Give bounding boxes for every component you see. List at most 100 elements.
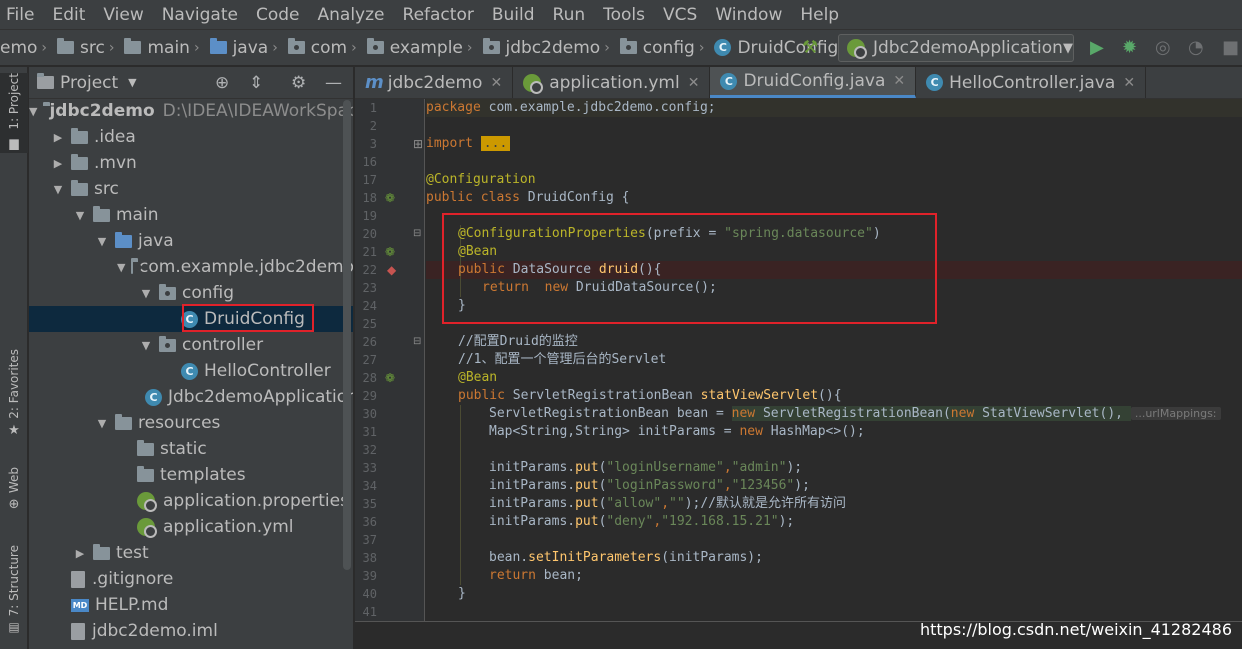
code-text: )	[872, 226, 881, 241]
fold-icon[interactable]: ⊟	[413, 333, 421, 351]
tree-item-static[interactable]: static	[29, 436, 353, 462]
tree-item-application-yml[interactable]: application.yml	[29, 514, 353, 540]
tree-item-druidconfig[interactable]: C DruidConfig	[29, 306, 353, 332]
run-icon[interactable]: ▶	[1090, 38, 1104, 58]
breadcrumb-druidconfig[interactable]: C DruidConfig	[714, 38, 838, 58]
chevron-right-icon: ›	[466, 39, 473, 56]
debug-icon[interactable]: ✹	[1122, 38, 1137, 58]
breakpoint-icon[interactable]: ◆	[387, 261, 396, 279]
tree-item-gitignore[interactable]: .gitignore	[29, 566, 353, 592]
tab-label: jdbc2demo	[387, 72, 483, 93]
method-name: druid	[598, 262, 639, 277]
tree-item-src[interactable]: ▼ src	[29, 176, 353, 202]
tree-item-application-properties[interactable]: application.properties	[29, 488, 353, 514]
fold-icon[interactable]: ⊞	[413, 135, 423, 153]
menu-window[interactable]: Window	[715, 0, 782, 30]
package-icon	[159, 283, 176, 300]
code-text: );	[794, 478, 810, 493]
breadcrumb-main[interactable]: main ›	[124, 38, 205, 58]
tree-item-templates[interactable]: templates	[29, 462, 353, 488]
menu-navigate[interactable]: Navigate	[162, 0, 238, 30]
menu-refactor[interactable]: Refactor	[403, 0, 474, 30]
breadcrumb-java[interactable]: java ›	[209, 38, 284, 58]
hammer-icon[interactable]: ⚒	[802, 38, 818, 58]
tool-tab-favorites[interactable]: 2: Favorites ★	[0, 349, 28, 449]
menu-vcs[interactable]: VCS	[663, 0, 697, 30]
code-text: DruidDataSource();	[568, 280, 717, 295]
tab-druidconfig[interactable]: C DruidConfig.java ✕	[710, 67, 917, 98]
tool-tab-project[interactable]: 1: Project ▆	[0, 73, 28, 153]
tree-item-package[interactable]: ▼ com.example.jdbc2demo	[29, 254, 353, 280]
tree-item-help-md[interactable]: MD HELP.md	[29, 592, 353, 618]
collapse-all-icon[interactable]: ⇕	[249, 73, 263, 93]
run-configuration-select[interactable]: Jdbc2demoApplication ▼	[838, 34, 1074, 62]
close-icon[interactable]: ✕	[1123, 75, 1135, 91]
breadcrumb-config[interactable]: config ›	[619, 38, 711, 58]
keyword: public class	[426, 190, 520, 205]
chevron-down-icon: ▼	[75, 208, 85, 222]
annotation: @ConfigurationProperties	[458, 226, 646, 241]
breadcrumb-src[interactable]: src ›	[57, 38, 120, 58]
menu-help[interactable]: Help	[800, 0, 839, 30]
method-name: setInitParameters	[528, 550, 662, 565]
tree-item-iml[interactable]: jdbc2demo.iml	[29, 618, 353, 644]
tree-item-label: src	[94, 179, 119, 199]
editor-gutter[interactable]: 1 2 3 16 17 18 19 20 21 22 23 24 25 26 2…	[355, 99, 425, 621]
run-with-coverage-icon[interactable]: ◎	[1155, 38, 1171, 58]
code-editor[interactable]: package com.example.jdbc2demo.config; im…	[426, 99, 1242, 621]
gear-icon[interactable]: ⚙	[291, 73, 306, 93]
keyword: new	[950, 406, 975, 421]
spring-bean-icon[interactable]: ❁	[385, 243, 395, 261]
menu-run[interactable]: Run	[553, 0, 586, 30]
folded-imports[interactable]: ...	[480, 136, 511, 151]
close-icon[interactable]: ✕	[490, 75, 502, 91]
menu-file[interactable]: File	[6, 0, 34, 30]
tree-item-jdbc2demo[interactable]: ▼ jdbc2demo D:\IDEA\IDEAWorkSpace	[29, 98, 353, 124]
tree-item-hellocontroller[interactable]: C HelloController	[29, 358, 353, 384]
breadcrumb-example[interactable]: example ›	[366, 38, 479, 58]
tool-tab-web[interactable]: Web ⊕	[0, 467, 28, 523]
spring-bean-icon[interactable]: ❁	[385, 189, 395, 207]
menu-analyze[interactable]: Analyze	[318, 0, 385, 30]
spring-boot-icon	[847, 39, 867, 59]
tab-hellocontroller[interactable]: C HelloController.java ✕	[916, 67, 1147, 98]
tree-item-mvn[interactable]: ▶ .mvn	[29, 150, 353, 176]
spring-bean-icon[interactable]: ❁	[385, 369, 395, 387]
tree-item-label: .mvn	[94, 153, 137, 173]
stop-icon[interactable]: ■	[1222, 38, 1239, 58]
tool-tab-structure[interactable]: 7: Structure ▤	[0, 545, 28, 645]
tree-item-application-class[interactable]: C Jdbc2demoApplication	[29, 384, 353, 410]
tree-item-test[interactable]: ▶ test	[29, 540, 353, 566]
breadcrumb-project[interactable]: emo ›	[0, 38, 53, 58]
tree-item-resources[interactable]: ▼ resources	[29, 410, 353, 436]
fold-icon[interactable]: ⊟	[413, 225, 421, 243]
code-text: ServletRegistrationBean	[504, 388, 701, 403]
tree-item-config[interactable]: ▼ config	[29, 280, 353, 306]
tree-item-java[interactable]: ▼ java	[29, 228, 353, 254]
menu-build[interactable]: Build	[492, 0, 535, 30]
tree-item-label: main	[116, 205, 159, 225]
keyword: public	[458, 388, 505, 403]
folder-icon	[124, 38, 142, 54]
code-text: com.example.jdbc2demo.config;	[480, 100, 716, 115]
tree-item-controller[interactable]: ▼ controller	[29, 332, 353, 358]
tree-item-main[interactable]: ▼ main	[29, 202, 353, 228]
tab-application-yml[interactable]: application.yml ✕	[513, 67, 711, 98]
locate-icon[interactable]: ⊕	[215, 73, 229, 93]
close-icon[interactable]: ✕	[893, 73, 905, 89]
keyword: import	[426, 136, 473, 151]
hide-icon[interactable]: —	[325, 73, 342, 93]
menu-tools[interactable]: Tools	[603, 0, 645, 30]
profile-icon[interactable]: ◔	[1188, 38, 1204, 58]
code-line-28: @Bean	[458, 370, 498, 385]
menu-view[interactable]: View	[103, 0, 143, 30]
tree-item-idea[interactable]: ▶ .idea	[29, 124, 353, 150]
tab-jdbc2demo[interactable]: m jdbc2demo ✕	[355, 67, 514, 98]
project-scrollbar[interactable]	[343, 100, 351, 570]
menu-edit[interactable]: Edit	[52, 0, 85, 30]
breadcrumb-jdbc2demo[interactable]: jdbc2demo ›	[482, 38, 616, 58]
breadcrumb-com[interactable]: com ›	[287, 38, 363, 58]
close-icon[interactable]: ✕	[688, 75, 700, 91]
menu-code[interactable]: Code	[256, 0, 300, 30]
project-view-selector[interactable]: Project ▼	[37, 73, 137, 93]
